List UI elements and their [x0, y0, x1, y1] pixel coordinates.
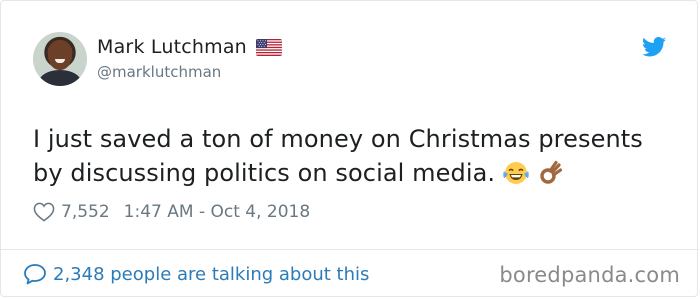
- heart-icon[interactable]: [33, 202, 55, 222]
- conversation-link-text[interactable]: 2,348 people are talking about this: [53, 264, 369, 285]
- avatar-shirt: [39, 70, 81, 86]
- us-flag-icon: [255, 38, 282, 56]
- twitter-bird-icon[interactable]: [642, 36, 666, 58]
- author-row: Mark Lutchman: [97, 36, 282, 58]
- tweet-text-line-2-row: by discussing politics on social media.: [33, 156, 673, 190]
- tweet-text-line-2: by discussing politics on social media.: [33, 159, 496, 187]
- author-handle[interactable]: @marklutchman: [97, 63, 221, 81]
- tweet-text-line-1: I just saved a ton of money on Christmas…: [33, 125, 643, 153]
- avatar[interactable]: [33, 32, 87, 86]
- tears-of-joy-emoji: [503, 162, 529, 184]
- ok-hand-emoji: [539, 160, 562, 184]
- watermark: boredpanda.com: [499, 263, 680, 287]
- tweet-text: I just saved a ton of money on Christmas…: [33, 122, 673, 190]
- speech-bubble-icon: [24, 264, 46, 285]
- avatar-face: [48, 40, 72, 70]
- tweet-card: Mark Lutchman @marklutchman I just saved…: [0, 0, 699, 297]
- conversation-link[interactable]: 2,348 people are talking about this: [23, 263, 369, 285]
- divider: [1, 249, 699, 250]
- like-count[interactable]: 7,552: [61, 202, 110, 222]
- tweet-meta: 7,552 1:47 AM - Oct 4, 2018: [33, 202, 310, 222]
- tweet-timestamp[interactable]: 1:47 AM - Oct 4, 2018: [124, 202, 311, 222]
- author-name[interactable]: Mark Lutchman: [97, 36, 247, 58]
